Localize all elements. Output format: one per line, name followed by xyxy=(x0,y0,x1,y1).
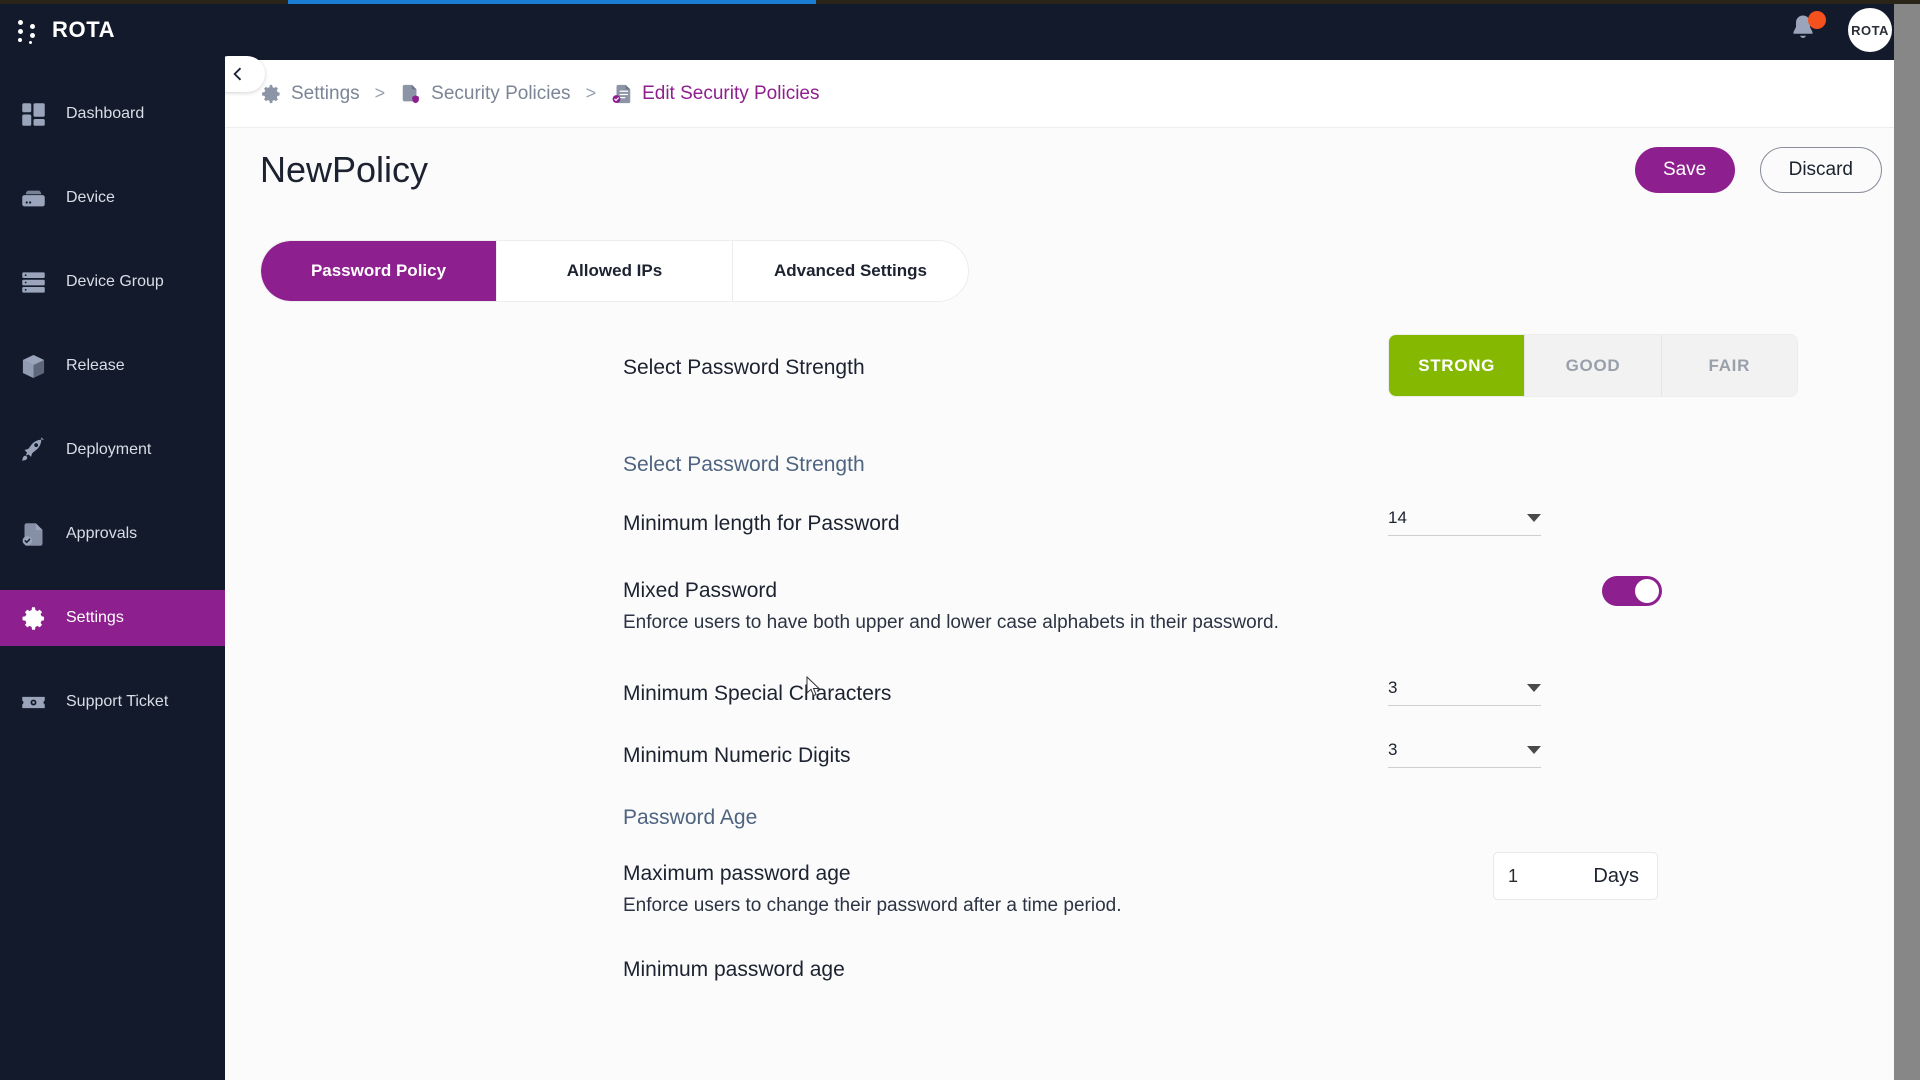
progress-fill xyxy=(288,0,816,4)
sidebar-item-device-group[interactable]: Device Group xyxy=(0,254,225,310)
minimum-numeric-select[interactable]: 3 xyxy=(1388,740,1541,768)
minimum-numeric-value: 3 xyxy=(1388,740,1397,760)
minimum-length-value: 14 xyxy=(1388,508,1407,528)
row-password-strength: Select Password Strength STRONG GOOD FAI… xyxy=(225,356,1920,380)
minimum-numeric-label: Minimum Numeric Digits xyxy=(623,744,1353,768)
gear-icon xyxy=(18,603,48,633)
sidebar-item-label: Approvals xyxy=(66,525,137,543)
sidebar-item-label: Device xyxy=(66,189,115,207)
sidebar-item-support-ticket[interactable]: Support Ticket xyxy=(0,674,225,730)
breadcrumb-label: Edit Security Policies xyxy=(642,83,819,105)
sidebar-item-label: Deployment xyxy=(66,441,151,459)
chevron-down-icon xyxy=(1527,514,1541,522)
brand: ROTA xyxy=(0,0,225,60)
brand-name: ROTA xyxy=(52,17,115,43)
password-strength-selector: STRONG GOOD FAIR xyxy=(1388,334,1798,397)
maximum-password-age-unit: Days xyxy=(1593,865,1639,888)
sidebar-item-deployment[interactable]: Deployment xyxy=(0,422,225,478)
title-row: NewPolicy Save Discard xyxy=(225,128,1920,212)
chevron-down-icon xyxy=(1527,746,1541,754)
discard-button[interactable]: Discard xyxy=(1760,147,1882,193)
page-title: NewPolicy xyxy=(260,149,428,191)
password-strength-label: Select Password Strength xyxy=(623,356,1353,380)
breadcrumb-separator: > xyxy=(375,83,386,104)
sidebar-item-label: Release xyxy=(66,357,125,375)
sidebar-item-settings[interactable]: Settings xyxy=(0,590,225,646)
approval-doc-icon xyxy=(18,519,48,549)
minimum-password-age-label: Minimum password age xyxy=(623,958,1353,982)
maximum-password-age-description: Enforce users to change their password a… xyxy=(623,893,1353,918)
avatar[interactable]: ROTA xyxy=(1848,8,1892,52)
sidebar-item-label: Settings xyxy=(66,609,124,627)
row-minimum-special-characters: Minimum Special Characters 3 xyxy=(225,682,1920,706)
section-header-password-strength: Select Password Strength xyxy=(225,453,1920,477)
sidebar-collapse-button[interactable] xyxy=(225,56,265,92)
row-minimum-length: Minimum length for Password 14 xyxy=(225,512,1920,536)
sidebar-item-label: Device Group xyxy=(66,273,164,291)
chevron-left-icon xyxy=(228,64,248,84)
row-minimum-numeric-digits: Minimum Numeric Digits 3 xyxy=(225,744,1920,768)
sidebar-item-label: Dashboard xyxy=(66,105,144,123)
rocket-icon xyxy=(18,435,48,465)
main-content: ROTA Settings > Security Policies > Edit… xyxy=(225,0,1920,1080)
notification-badge xyxy=(1808,11,1826,29)
page-load-progress-bar xyxy=(0,0,1920,4)
breadcrumb-label: Security Policies xyxy=(431,83,570,105)
notifications-button[interactable] xyxy=(1788,13,1822,47)
tab-allowed-ips[interactable]: Allowed IPs xyxy=(497,241,733,301)
maximum-password-age-value: 1 xyxy=(1508,866,1518,887)
security-doc-icon xyxy=(400,83,422,105)
section-header-password-age: Password Age xyxy=(225,806,1920,830)
sidebar-item-approvals[interactable]: Approvals xyxy=(0,506,225,562)
tab-bar: Password Policy Allowed IPs Advanced Set… xyxy=(260,240,969,302)
topbar: ROTA xyxy=(225,0,1920,60)
password-policy-form: Select Password Strength STRONG GOOD FAI… xyxy=(225,302,1920,1080)
chevron-down-icon xyxy=(1527,684,1541,692)
tab-advanced-settings[interactable]: Advanced Settings xyxy=(733,241,968,301)
save-button[interactable]: Save xyxy=(1635,147,1735,193)
breadcrumb-separator: > xyxy=(586,83,597,104)
title-actions: Save Discard xyxy=(1635,147,1882,193)
maximum-password-age-input[interactable]: 1 Days xyxy=(1493,852,1658,900)
toggle-knob xyxy=(1635,579,1659,603)
strength-option-fair[interactable]: FAIR xyxy=(1662,335,1797,396)
sidebar-item-device[interactable]: Device xyxy=(0,170,225,226)
mixed-password-description: Enforce users to have both upper and low… xyxy=(623,610,1353,635)
row-maximum-password-age: Maximum password age Enforce users to ch… xyxy=(225,862,1920,918)
app-logo-icon xyxy=(16,17,38,43)
release-box-icon xyxy=(18,351,48,381)
minimum-length-label: Minimum length for Password xyxy=(623,512,1353,536)
device-group-icon xyxy=(18,267,48,297)
minimum-length-select[interactable]: 14 xyxy=(1388,508,1541,536)
edit-policy-icon xyxy=(611,83,633,105)
mixed-password-label: Mixed Password xyxy=(623,579,1353,603)
breadcrumb-item-settings[interactable]: Settings xyxy=(260,83,360,105)
sidebar-item-label: Support Ticket xyxy=(66,693,168,711)
dashboard-grid-icon xyxy=(18,99,48,129)
page-scrollbar[interactable] xyxy=(1894,0,1920,1080)
minimum-special-value: 3 xyxy=(1388,678,1397,698)
row-minimum-password-age: Minimum password age xyxy=(225,958,1920,982)
sidebar-item-release[interactable]: Release xyxy=(0,338,225,394)
tab-password-policy[interactable]: Password Policy xyxy=(261,241,497,301)
mixed-password-toggle[interactable] xyxy=(1602,576,1662,606)
breadcrumb-item-security-policies[interactable]: Security Policies xyxy=(400,83,570,105)
ticket-icon xyxy=(18,687,48,717)
row-mixed-password: Mixed Password Enforce users to have bot… xyxy=(225,579,1920,635)
maximum-password-age-label: Maximum password age xyxy=(623,862,1353,886)
sidebar: ROTA Dashboard Device Device Group xyxy=(0,0,225,1080)
minimum-special-select[interactable]: 3 xyxy=(1388,678,1541,706)
sidebar-item-dashboard[interactable]: Dashboard xyxy=(0,86,225,142)
breadcrumb-item-edit-security-policies[interactable]: Edit Security Policies xyxy=(611,83,819,105)
device-server-icon xyxy=(18,183,48,213)
strength-option-good[interactable]: GOOD xyxy=(1525,335,1661,396)
breadcrumb-label: Settings xyxy=(291,83,360,105)
gear-icon xyxy=(260,83,282,105)
sidebar-nav: Dashboard Device Device Group Release xyxy=(0,86,225,730)
strength-option-strong[interactable]: STRONG xyxy=(1389,335,1525,396)
minimum-special-label: Minimum Special Characters xyxy=(623,682,1353,706)
breadcrumb: Settings > Security Policies > Edit Secu… xyxy=(225,60,1920,128)
